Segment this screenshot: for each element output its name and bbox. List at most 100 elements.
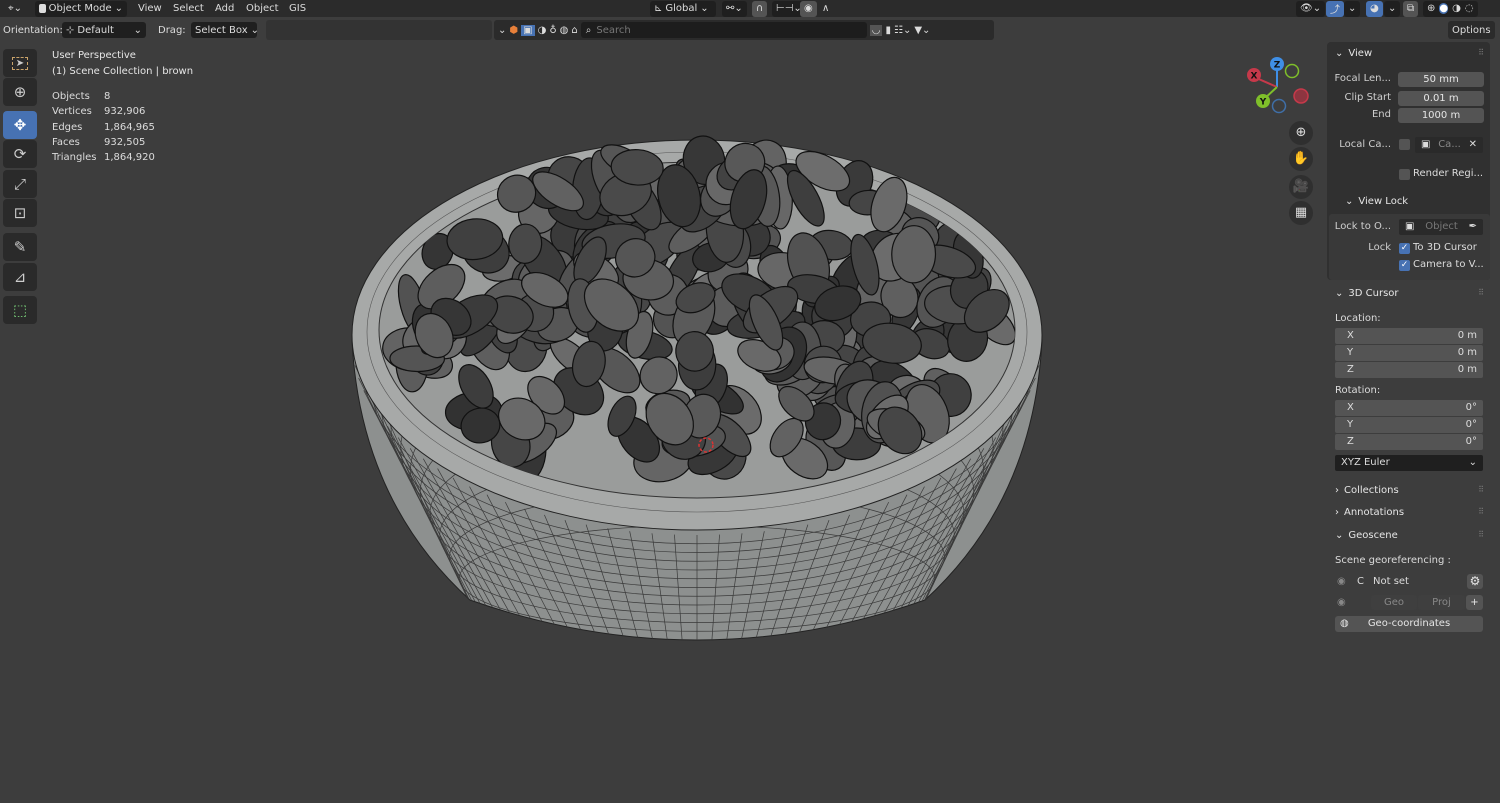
orientation-label: Orientation: [3,24,63,36]
search-placeholder: Search [596,24,631,36]
clear-icon[interactable]: ✕ [1469,137,1477,153]
panel-view-lock-header[interactable]: ⌄ View Lock [1345,196,1408,207]
transform-orientation-dropdown[interactable]: ⊾ Global ⌄ [650,0,716,17]
scale-tool[interactable]: ⤢ [3,170,37,198]
panel-annotations-header[interactable]: › Annotations [1335,507,1404,518]
select-box-tool[interactable]: ➤ [3,49,37,77]
drag-grip-icon[interactable]: ⠿ [1478,48,1484,57]
add-crs-button[interactable]: + [1466,595,1483,610]
pivot-dropdown[interactable]: ⚯⌄ [722,0,747,17]
rotation-x-field[interactable]: X 0° [1335,400,1483,416]
solid-shading-icon[interactable]: ● [1439,3,1449,14]
drag-grip-icon[interactable]: ⠿ [1478,507,1484,516]
rotation-mode-dropdown[interactable]: XYZ Euler ⌄ [1335,455,1483,471]
overlay-dropdown[interactable]: ⌄ [1384,0,1401,17]
rotation-z-field[interactable]: Z 0° [1335,434,1483,450]
axis-label: Y [1347,419,1354,430]
restrict-icon[interactable]: ◡ [869,24,883,36]
menu-select[interactable]: Select [169,1,208,17]
panel-geoscene-header[interactable]: ⌄ Geoscene [1335,530,1398,541]
measure-tool[interactable]: ⊿ [3,263,37,291]
drag-grip-icon[interactable]: ⠿ [1478,530,1484,539]
wireframe-shading-icon[interactable]: ⊕ [1427,3,1435,14]
add-cube-tool[interactable]: ⬚ [3,296,37,324]
editor-type-button[interactable]: ⌖⌄ [4,1,26,17]
zoom-button[interactable]: ⊕ [1289,121,1313,145]
stat-value: 932,505 [104,136,146,148]
snap-increment-icon: ⊢⊣⌄ [776,3,802,14]
hand-icon: ✋ [1292,151,1310,166]
location-y-field[interactable]: Y 0 m [1335,345,1483,361]
search-input[interactable]: ⌕ Search [580,22,867,38]
axis-label: X [1347,402,1354,413]
camera-object-icon: ▣ [1421,139,1431,150]
geo-button[interactable]: Geo [1371,595,1417,610]
perspective-toggle-button[interactable]: ▦ [1289,201,1313,225]
gizmo-dropdown[interactable]: ⌄ [1344,0,1361,17]
hierarchy-icon[interactable]: ☷⌄ [894,25,911,36]
menu-view[interactable]: View [134,1,166,17]
snap-toggle[interactable]: ∩ [752,0,768,17]
focal-length-field[interactable]: 50 mm [1398,72,1484,87]
mode-dropdown[interactable]: Object Mode ⌄ [35,0,127,17]
xray-toggle[interactable]: ⧉ [1403,0,1419,17]
world-filter-icon[interactable]: ◍ [560,25,569,36]
viewport-3d[interactable] [0,40,1325,803]
crs-settings-button[interactable]: ⚙ [1467,574,1483,589]
local-camera-checkbox[interactable] [1399,139,1410,150]
clip-start-field[interactable]: 0.01 m [1398,91,1484,106]
proportional-edit-toggle[interactable]: ◉ [800,0,817,17]
location-z-field[interactable]: Z 0 m [1335,362,1483,378]
gizmo-toggle[interactable]: ⤴ [1326,0,1344,17]
geo-coordinates-button[interactable]: ◍ Geo-coordinates [1335,616,1483,632]
selectable-filter-icon[interactable]: ▣ [521,24,535,36]
clip-end-field[interactable]: 1000 m [1398,108,1484,123]
object-filter-icon[interactable]: ◑ [538,25,547,36]
panel-collections-header[interactable]: › Collections [1335,485,1399,496]
options-button[interactable]: Options [1448,21,1495,39]
annotate-tool[interactable]: ✎ [3,233,37,261]
chevron-down-icon: ⌄ [1348,3,1357,14]
camera-view-button[interactable]: 🎥 [1289,175,1313,199]
radio-icon[interactable]: ◉ [1337,597,1346,608]
navigation-gizmo[interactable]: Z X Y [1242,52,1314,116]
light-filter-icon[interactable]: ♁ [549,25,556,36]
move-tool[interactable]: ✥ [3,111,37,139]
render-region-checkbox[interactable] [1399,169,1410,180]
crs-value: Not set [1373,576,1409,587]
rotate-tool[interactable]: ⟳ [3,140,37,168]
rotation-y-field[interactable]: Y 0° [1335,417,1483,433]
panel-view-header[interactable]: ⌄ View [1335,48,1372,59]
drag-grip-icon[interactable]: ⠿ [1478,288,1484,297]
location-x-field[interactable]: X 0 m [1335,328,1483,344]
overlay-toggle[interactable]: ◕ [1366,0,1383,17]
bookmark-icon[interactable]: ▮ [885,25,891,36]
panel-3d-cursor-header[interactable]: ⌄ 3D Cursor [1335,288,1399,299]
drag-dropdown[interactable]: Select Box ⌄ [191,22,259,38]
falloff-dropdown[interactable]: ∧ [818,1,833,17]
chevron-down-icon: ⌄ [1468,457,1477,468]
visibility-dropdown[interactable]: 👁⌄ [1296,0,1326,17]
transform-tool[interactable]: ⊡ [3,199,37,227]
brush-filter-icon[interactable]: ⌂ [571,25,577,36]
lock-to-object-field[interactable]: ▣ Object ✒ [1399,219,1483,235]
menu-add[interactable]: Add [211,1,238,17]
menu-object[interactable]: Object [242,1,283,17]
camera-to-view-checkbox[interactable]: ✓ [1399,260,1410,271]
radio-icon[interactable]: ◉ [1337,576,1346,587]
proj-button[interactable]: Proj [1418,595,1465,610]
cursor-tool[interactable]: ⊕ [3,78,37,106]
pan-button[interactable]: ✋ [1289,147,1313,171]
chevron-down-icon[interactable]: ⌄ [498,25,506,36]
lock-to-cursor-checkbox[interactable]: ✓ [1399,243,1410,254]
drag-grip-icon[interactable]: ⠿ [1478,485,1484,494]
bowl-mesh[interactable] [351,133,1043,641]
eyedropper-icon[interactable]: ✒ [1469,219,1477,235]
material-shading-icon[interactable]: ◑ [1452,3,1461,14]
orientation-dropdown[interactable]: ⊹ Default ⌄ [62,22,146,38]
shading-buttons: ⊕ ● ◑ ◌ [1423,0,1478,17]
menu-gis[interactable]: GIS [285,1,310,17]
filter-icon[interactable]: ▼⌄ [914,25,930,36]
local-camera-field[interactable]: ▣ Ca... ✕ [1415,137,1483,153]
rendered-shading-icon[interactable]: ◌ [1465,3,1474,14]
